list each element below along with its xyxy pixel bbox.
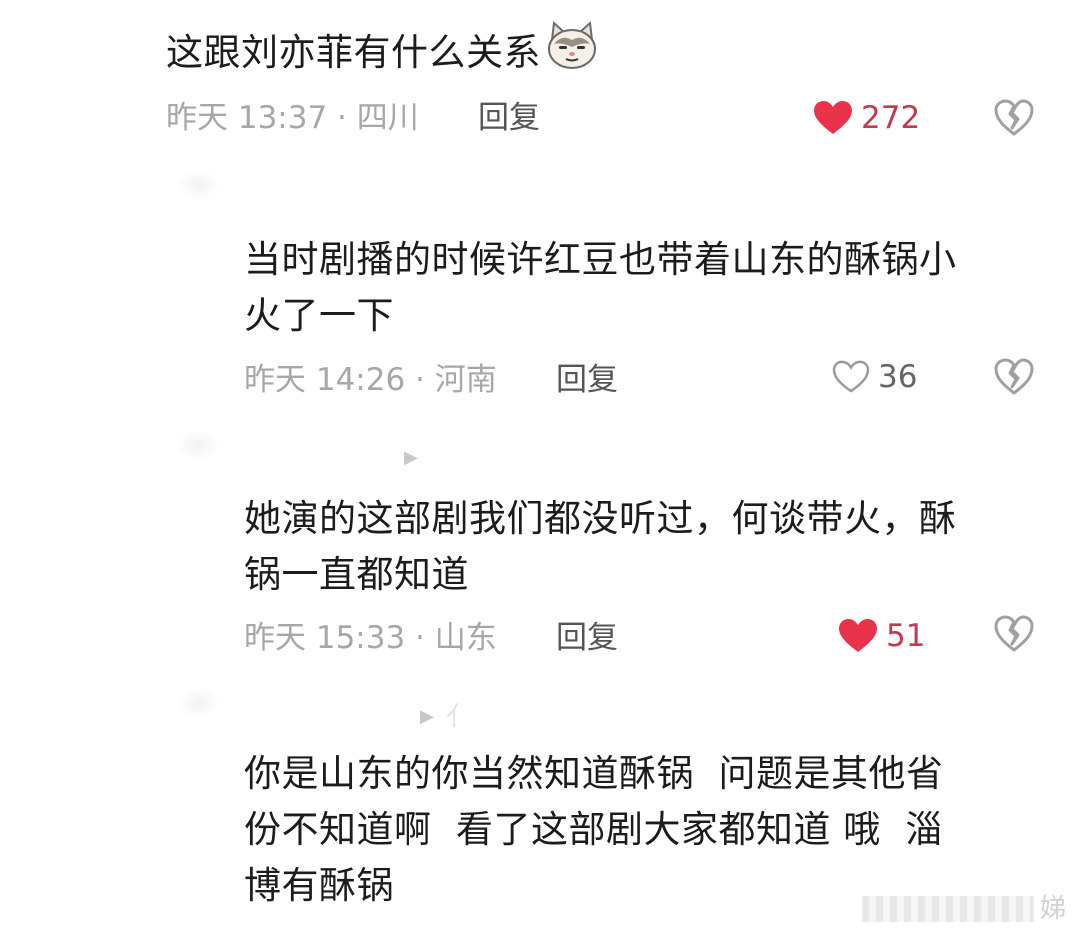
comment-2-line-2: 火了一下 bbox=[244, 294, 394, 337]
cat-face-emoji-icon bbox=[545, 20, 599, 86]
comment-3-like-button[interactable]: 51 bbox=[838, 616, 925, 656]
reply-arrow-icon: ▶ bbox=[420, 706, 434, 727]
comment-2-line-1: 当时剧播的时候许红豆也带着山东的酥锅小 bbox=[244, 238, 957, 281]
comment-2-dislike-icon[interactable] bbox=[994, 357, 1034, 397]
comment-2-like-count: 36 bbox=[878, 359, 918, 395]
comment-3-like-count: 51 bbox=[886, 618, 926, 654]
comment-4-line-3: 博有酥锅 bbox=[244, 864, 394, 907]
comment-4-line-2: 份不知道啊 看了这部剧大家都知道 哦 淄 bbox=[244, 808, 943, 851]
comment-1-dislike-icon[interactable] bbox=[994, 98, 1034, 138]
comment-3-text: 她演的这部剧我们都没听过，何谈带火，酥 锅一直都知道 bbox=[244, 491, 957, 603]
comment-4-line-1: 你是山东的你当然知道酥锅 问题是其他省 bbox=[244, 752, 944, 795]
comment-1-like-count: 272 bbox=[861, 100, 921, 136]
comment-2-text: 当时剧播的时候许红豆也带着山东的酥锅小 火了一下 bbox=[244, 232, 957, 344]
comment-4-text: 你是山东的你当然知道酥锅 问题是其他省 份不知道啊 看了这部剧大家都知道 哦 淄… bbox=[244, 746, 944, 914]
comment-3-dislike-icon[interactable] bbox=[994, 614, 1034, 654]
comment-2-like-button[interactable]: 36 bbox=[832, 357, 917, 397]
watermark-blur bbox=[862, 896, 1034, 922]
watermark-text: 娣 bbox=[1040, 894, 1067, 924]
faded-username-fragment: 亻 bbox=[446, 702, 473, 732]
comment-3-line-2: 锅一直都知道 bbox=[244, 553, 469, 596]
reply-avatar-placeholder bbox=[176, 430, 220, 460]
comment-2-reply-button[interactable]: 回复 bbox=[556, 360, 618, 400]
comment-2-time-location: 昨天 14:26 · 河南 bbox=[244, 362, 497, 398]
comment-1-like-button[interactable]: 272 bbox=[813, 98, 920, 138]
heart-filled-icon bbox=[813, 100, 853, 136]
reply-avatar-placeholder bbox=[176, 688, 220, 718]
heart-outline-icon bbox=[832, 360, 870, 394]
comment-1-time-location: 昨天 13:37 · 四川 bbox=[166, 100, 419, 136]
comment-3-time-location: 昨天 15:33 · 山东 bbox=[244, 620, 497, 656]
comment-3-line-1: 她演的这部剧我们都没听过，何谈带火，酥 bbox=[244, 497, 957, 540]
reply-avatar-placeholder bbox=[176, 170, 220, 200]
heart-filled-icon bbox=[838, 618, 878, 654]
reply-arrow-icon: ▶ bbox=[404, 447, 418, 468]
comment-1-text-content: 这跟刘亦菲有什么关系 bbox=[166, 31, 541, 74]
comment-1-text: 这跟刘亦菲有什么关系 bbox=[166, 20, 599, 86]
comment-3-reply-button[interactable]: 回复 bbox=[556, 618, 618, 658]
comment-1-reply-button[interactable]: 回复 bbox=[478, 98, 540, 138]
